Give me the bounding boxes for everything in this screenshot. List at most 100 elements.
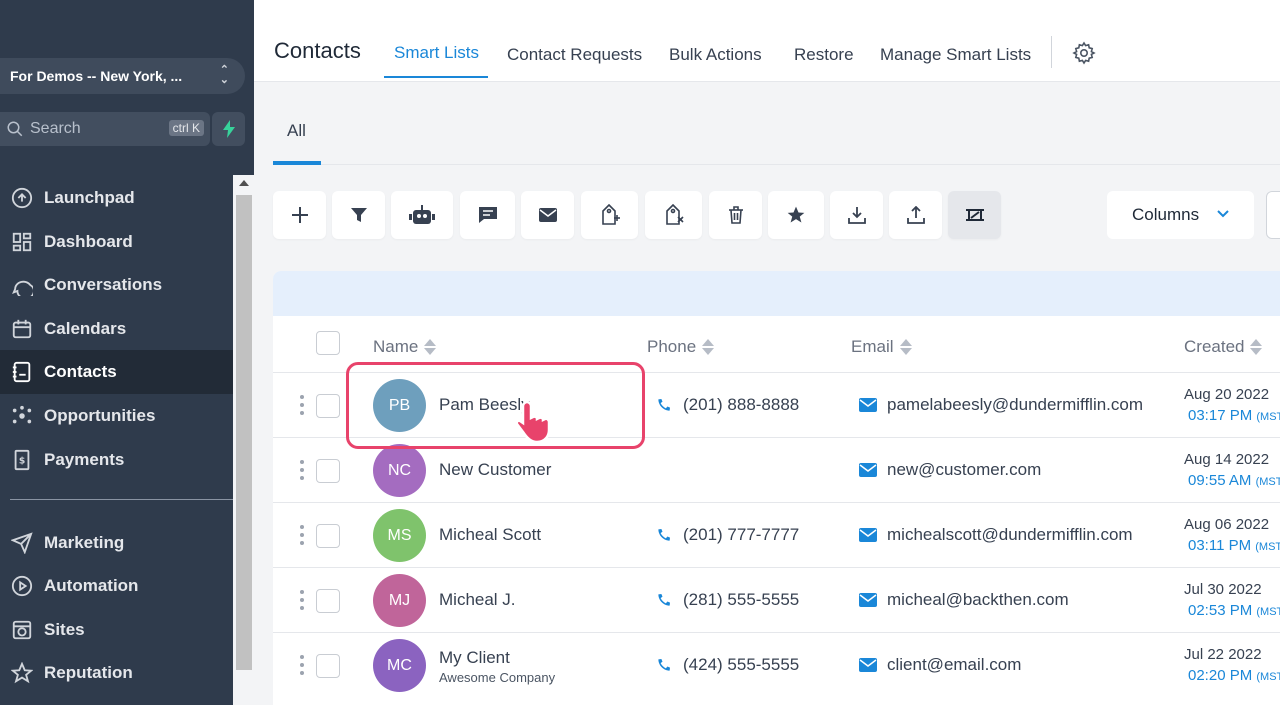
contact-name[interactable]: Micheal Scott	[439, 525, 541, 545]
contact-email[interactable]: pamelabeesly@dundermifflin.com	[859, 395, 1143, 415]
email-text: michealscott@dundermifflin.com	[887, 525, 1133, 544]
contact-phone[interactable]: (424) 555-5555	[655, 655, 799, 675]
row-menu-icon[interactable]	[300, 460, 304, 480]
star-button[interactable]	[768, 191, 824, 239]
sidebar-item-automation[interactable]: Automation	[0, 564, 233, 608]
column-header-name[interactable]: Name	[373, 337, 437, 357]
payments-icon: $	[10, 448, 34, 472]
opportunities-icon	[10, 404, 34, 428]
more-options-button[interactable]	[1266, 191, 1280, 239]
timezone-text: (MST	[1255, 541, 1280, 553]
gear-icon[interactable]	[1072, 41, 1096, 65]
sidebar-divider	[10, 499, 234, 500]
sidebar-item-reputation[interactable]: Reputation	[0, 651, 233, 695]
sidebar-item-opportunities[interactable]: Opportunities	[0, 394, 233, 438]
timezone-text: (MST	[1256, 411, 1280, 423]
row-checkbox[interactable]	[316, 394, 340, 418]
select-all-checkbox[interactable]	[316, 331, 340, 355]
scroll-up-arrow-icon[interactable]	[239, 180, 249, 186]
send-sms-button[interactable]	[460, 191, 515, 239]
search-input[interactable]: Search ctrl K	[0, 112, 210, 146]
contacts-icon	[10, 360, 34, 384]
contact-email[interactable]: new@customer.com	[859, 460, 1041, 480]
row-menu-icon[interactable]	[300, 590, 304, 610]
sidebar-item-marketing[interactable]: Marketing	[0, 521, 233, 565]
quick-action-button[interactable]	[212, 112, 245, 146]
column-header-phone[interactable]: Phone	[647, 337, 715, 357]
trash-icon	[728, 206, 743, 224]
avatar[interactable]: NC	[373, 444, 426, 497]
send-email-button[interactable]	[521, 191, 574, 239]
tab-bulk-actions[interactable]: Bulk Actions	[669, 45, 762, 65]
tab-manage-smart-lists[interactable]: Manage Smart Lists	[880, 45, 1031, 65]
row-menu-icon[interactable]	[300, 655, 304, 675]
sidebar-item-label: Marketing	[44, 533, 125, 552]
star-icon	[10, 661, 34, 685]
avatar[interactable]: MJ	[373, 574, 426, 627]
avatar[interactable]: MS	[373, 509, 426, 562]
contact-name[interactable]: Micheal J.	[439, 590, 516, 610]
phone-text: (281) 555-5555	[683, 590, 800, 609]
contact-name[interactable]: New Customer	[439, 460, 551, 480]
contact-phone[interactable]: (201) 777-7777	[655, 525, 799, 545]
contact-email[interactable]: michealscott@dundermifflin.com	[859, 525, 1133, 545]
row-menu-icon[interactable]	[300, 395, 304, 415]
time-text: 02:53 PM	[1188, 602, 1253, 619]
created-time: 02:53 PM (MST	[1188, 602, 1280, 619]
add-to-workflow-button[interactable]	[391, 191, 453, 239]
tab-contact-requests[interactable]: Contact Requests	[507, 45, 642, 65]
contact-phone[interactable]: (281) 555-5555	[655, 590, 799, 610]
row-checkbox[interactable]	[316, 589, 340, 613]
dashboard-icon	[10, 230, 34, 254]
contact-phone[interactable]: (201) 888-8888	[655, 395, 799, 415]
automation-icon	[10, 574, 34, 598]
columns-dropdown[interactable]: Columns	[1107, 191, 1254, 239]
header-label: Name	[373, 337, 419, 356]
table-row[interactable]: MJ Micheal J. (281) 555-5555 micheal@bac…	[273, 567, 1280, 632]
delete-button[interactable]	[709, 191, 762, 239]
email-icon	[859, 463, 877, 477]
sidebar-scroll-thumb[interactable]	[236, 195, 252, 670]
row-menu-icon[interactable]	[300, 525, 304, 545]
sidebar-item-dashboard[interactable]: Dashboard	[0, 220, 233, 264]
tab-smart-lists[interactable]: Smart Lists	[394, 43, 479, 63]
created-time: 03:17 PM (MST	[1188, 407, 1280, 424]
table-row[interactable]: MS Micheal Scott (201) 777-7777 micheals…	[273, 502, 1280, 567]
sidebar-item-label: Calendars	[44, 319, 127, 338]
row-checkbox[interactable]	[316, 654, 340, 678]
sidebar-item-payments[interactable]: $ Payments	[0, 438, 233, 482]
filter-button[interactable]	[332, 191, 385, 239]
merge-button[interactable]	[948, 191, 1001, 239]
header-divider	[1051, 36, 1052, 68]
add-tag-button[interactable]	[581, 191, 638, 239]
column-header-created[interactable]: Created	[1184, 337, 1263, 357]
remove-tag-button[interactable]	[645, 191, 702, 239]
add-contact-button[interactable]	[273, 191, 326, 239]
table-row[interactable]: MC My Client Awesome Company (424) 555-5…	[273, 632, 1280, 697]
sidebar-item-label: Sites	[44, 620, 85, 639]
subtab-active-indicator	[273, 161, 321, 165]
location-switcher[interactable]: For Demos -- New York, ... ⌃ ⌄	[0, 58, 245, 94]
export-button[interactable]	[889, 191, 942, 239]
sidebar-item-sites[interactable]: Sites	[0, 608, 233, 652]
tab-restore[interactable]: Restore	[794, 45, 854, 65]
subtab-all[interactable]: All	[287, 121, 306, 141]
contact-email[interactable]: micheal@backthen.com	[859, 590, 1069, 610]
chat-bubble-icon	[10, 273, 34, 297]
row-checkbox[interactable]	[316, 459, 340, 483]
contact-name[interactable]: My Client	[439, 648, 510, 668]
email-icon	[859, 658, 877, 672]
sidebar-item-calendars[interactable]: Calendars	[0, 307, 233, 351]
column-header-email[interactable]: Email	[851, 337, 912, 357]
top-header: Contacts Smart Lists Contact Requests Bu…	[254, 0, 1280, 82]
sidebar-item-launchpad[interactable]: Launchpad	[0, 176, 233, 220]
avatar[interactable]: MC	[373, 639, 426, 692]
import-button[interactable]	[830, 191, 883, 239]
sidebar-item-contacts[interactable]: Contacts	[0, 350, 233, 394]
sidebar-item-conversations[interactable]: Conversations	[0, 263, 233, 307]
row-checkbox[interactable]	[316, 524, 340, 548]
created-time: 02:20 PM (MST	[1188, 667, 1280, 684]
columns-label: Columns	[1132, 205, 1200, 224]
export-icon	[906, 206, 925, 224]
contact-email[interactable]: client@email.com	[859, 655, 1021, 675]
